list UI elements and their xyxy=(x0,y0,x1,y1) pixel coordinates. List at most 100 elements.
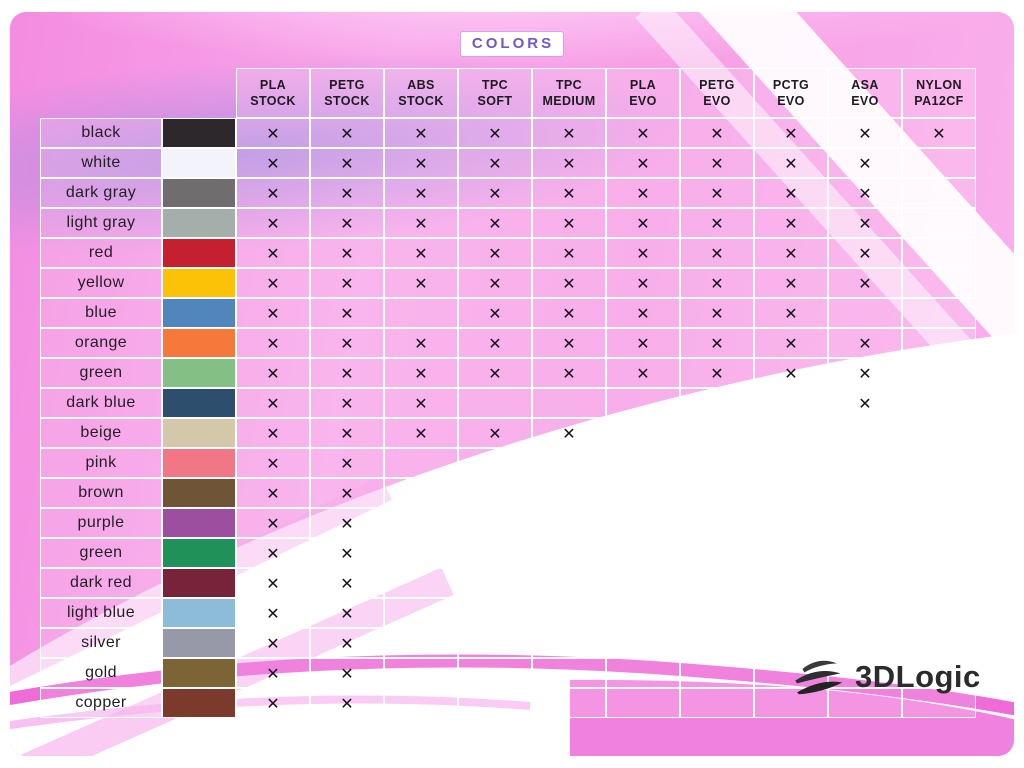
availability-empty-cell xyxy=(532,598,606,628)
availability-x-mark: ✕ xyxy=(310,568,384,598)
availability-x-mark: ✕ xyxy=(236,568,310,598)
availability-x-mark: ✕ xyxy=(828,148,902,178)
availability-empty-cell xyxy=(458,448,532,478)
availability-x-mark: ✕ xyxy=(606,178,680,208)
page-title: COLORS xyxy=(461,32,563,56)
availability-x-mark: ✕ xyxy=(236,148,310,178)
availability-x-mark: ✕ xyxy=(310,178,384,208)
availability-x-mark: ✕ xyxy=(680,328,754,358)
color-swatch-blue xyxy=(162,298,236,328)
availability-empty-cell xyxy=(828,418,902,448)
availability-empty-cell xyxy=(902,508,976,538)
availability-x-mark: ✕ xyxy=(384,238,458,268)
availability-x-mark: ✕ xyxy=(458,268,532,298)
availability-x-mark: ✕ xyxy=(236,238,310,268)
availability-empty-cell xyxy=(532,508,606,538)
color-swatch-light-gray xyxy=(162,208,236,238)
availability-x-mark: ✕ xyxy=(754,148,828,178)
availability-empty-cell xyxy=(828,538,902,568)
availability-x-mark: ✕ xyxy=(680,208,754,238)
column-header-petg-evo: PETGEVO xyxy=(680,68,754,118)
availability-empty-cell xyxy=(458,628,532,658)
availability-empty-cell xyxy=(532,658,606,688)
availability-empty-cell xyxy=(458,568,532,598)
color-swatch-red xyxy=(162,238,236,268)
availability-empty-cell xyxy=(384,508,458,538)
availability-empty-cell xyxy=(902,238,976,268)
availability-x-mark: ✕ xyxy=(606,208,680,238)
availability-empty-cell xyxy=(606,568,680,598)
availability-x-mark: ✕ xyxy=(532,238,606,268)
column-header-pla-evo: PLAEVO xyxy=(606,68,680,118)
availability-empty-cell xyxy=(384,448,458,478)
availability-x-mark: ✕ xyxy=(384,418,458,448)
color-row-label-beige: beige xyxy=(40,418,162,448)
availability-x-mark: ✕ xyxy=(828,388,902,418)
availability-empty-cell xyxy=(754,388,828,418)
color-swatch-green xyxy=(162,538,236,568)
availability-empty-cell xyxy=(902,178,976,208)
availability-x-mark: ✕ xyxy=(754,298,828,328)
color-swatch-light-blue xyxy=(162,598,236,628)
availability-empty-cell xyxy=(902,268,976,298)
availability-empty-cell xyxy=(384,568,458,598)
availability-x-mark: ✕ xyxy=(606,148,680,178)
color-row-label-purple: purple xyxy=(40,508,162,538)
availability-x-mark: ✕ xyxy=(458,148,532,178)
availability-empty-cell xyxy=(384,658,458,688)
availability-x-mark: ✕ xyxy=(532,118,606,148)
availability-empty-cell xyxy=(754,568,828,598)
availability-x-mark: ✕ xyxy=(384,388,458,418)
color-swatch-pink xyxy=(162,448,236,478)
availability-empty-cell xyxy=(902,538,976,568)
availability-x-mark: ✕ xyxy=(236,208,310,238)
availability-x-mark: ✕ xyxy=(532,208,606,238)
color-swatch-orange xyxy=(162,328,236,358)
availability-x-mark: ✕ xyxy=(680,238,754,268)
availability-empty-cell xyxy=(384,538,458,568)
availability-x-mark: ✕ xyxy=(828,268,902,298)
availability-x-mark: ✕ xyxy=(384,148,458,178)
color-swatch-copper xyxy=(162,688,236,718)
availability-x-mark: ✕ xyxy=(236,388,310,418)
availability-empty-cell xyxy=(532,478,606,508)
availability-empty-cell xyxy=(902,568,976,598)
availability-x-mark: ✕ xyxy=(606,268,680,298)
availability-x-mark: ✕ xyxy=(236,688,310,718)
color-swatch-dark-gray xyxy=(162,178,236,208)
availability-x-mark: ✕ xyxy=(828,178,902,208)
availability-x-mark: ✕ xyxy=(236,598,310,628)
color-swatch-yellow xyxy=(162,268,236,298)
availability-empty-cell xyxy=(532,448,606,478)
availability-empty-cell xyxy=(754,448,828,478)
color-swatch-green xyxy=(162,358,236,388)
availability-empty-cell xyxy=(680,598,754,628)
color-swatch-dark-red xyxy=(162,568,236,598)
availability-x-mark: ✕ xyxy=(236,538,310,568)
color-swatch-gold xyxy=(162,658,236,688)
availability-x-mark: ✕ xyxy=(310,508,384,538)
color-row-label-dark-red: dark red xyxy=(40,568,162,598)
availability-empty-cell xyxy=(606,388,680,418)
availability-x-mark: ✕ xyxy=(606,298,680,328)
availability-x-mark: ✕ xyxy=(754,178,828,208)
availability-x-mark: ✕ xyxy=(310,418,384,448)
color-row-label-green: green xyxy=(40,358,162,388)
availability-x-mark: ✕ xyxy=(754,328,828,358)
availability-empty-cell xyxy=(458,388,532,418)
availability-empty-cell xyxy=(754,508,828,538)
availability-x-mark: ✕ xyxy=(532,268,606,298)
color-swatch-white xyxy=(162,148,236,178)
color-row-label-red: red xyxy=(40,238,162,268)
color-row-label-blue: blue xyxy=(40,298,162,328)
3dlogic-swoosh-icon xyxy=(788,654,846,700)
availability-empty-cell xyxy=(680,568,754,598)
availability-x-mark: ✕ xyxy=(310,538,384,568)
color-row-label-pink: pink xyxy=(40,448,162,478)
availability-x-mark: ✕ xyxy=(458,328,532,358)
column-header-pla-stock: PLASTOCK xyxy=(236,68,310,118)
availability-x-mark: ✕ xyxy=(532,358,606,388)
availability-x-mark: ✕ xyxy=(236,418,310,448)
availability-empty-cell xyxy=(680,388,754,418)
color-swatch-dark-blue xyxy=(162,388,236,418)
